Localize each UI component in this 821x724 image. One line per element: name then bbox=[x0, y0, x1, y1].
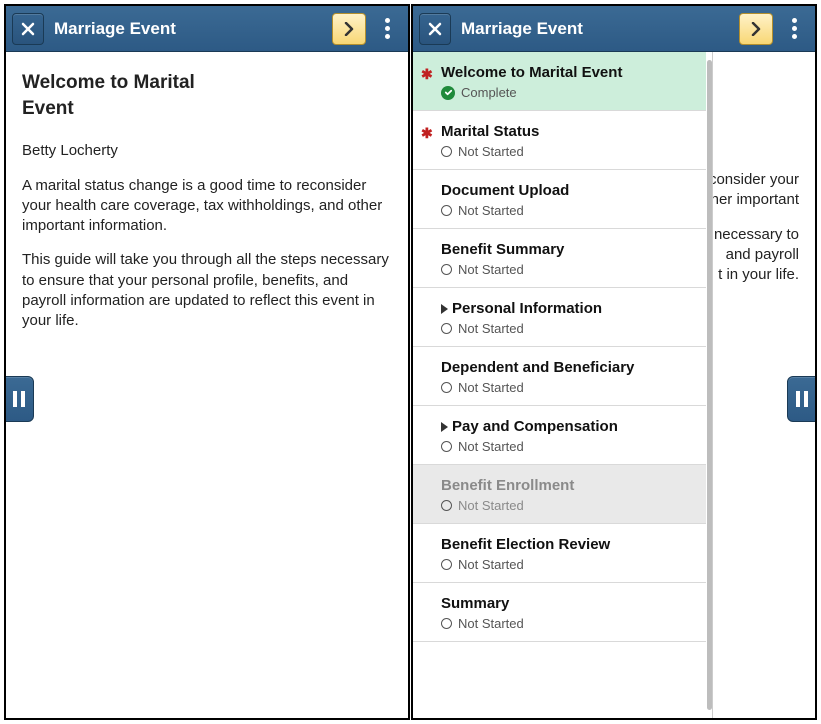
more-options-button[interactable] bbox=[372, 13, 402, 45]
step-status-text: Not Started bbox=[458, 616, 524, 631]
step-title-text: Document Upload bbox=[441, 182, 569, 199]
step-status: Not Started bbox=[441, 380, 696, 395]
step-status-text: Not Started bbox=[458, 203, 524, 218]
chevron-right-icon bbox=[344, 22, 354, 36]
step-title: Summary bbox=[441, 595, 696, 612]
sidebar-toggle[interactable] bbox=[4, 376, 34, 422]
step-title-text: Marital Status bbox=[441, 123, 539, 140]
kebab-dot-icon bbox=[385, 18, 390, 23]
step-title: Marital Status bbox=[441, 123, 696, 140]
radio-empty-icon bbox=[441, 559, 452, 570]
step-item[interactable]: Benefit Enrollment Not Started bbox=[413, 465, 706, 524]
required-asterisk-icon: ✱ bbox=[421, 125, 433, 142]
step-status-text: Not Started bbox=[458, 321, 524, 336]
radio-empty-icon bbox=[441, 205, 452, 216]
more-options-button[interactable] bbox=[779, 13, 809, 45]
step-status-text: Not Started bbox=[458, 439, 524, 454]
check-circle-icon bbox=[441, 86, 455, 100]
panel-steps: Marriage Event econsider your d other im… bbox=[411, 4, 817, 720]
kebab-dot-icon bbox=[385, 34, 390, 39]
welcome-para-2: This guide will take you through all the… bbox=[22, 250, 392, 331]
header-bar: Marriage Event bbox=[413, 6, 815, 52]
step-item[interactable]: Benefit Election Review Not Started bbox=[413, 524, 706, 583]
welcome-heading: Welcome to Marital Event bbox=[22, 70, 222, 121]
step-item[interactable]: Summary Not Started bbox=[413, 583, 706, 642]
step-title-text: Benefit Summary bbox=[441, 241, 564, 258]
person-name: Betty Locherty bbox=[22, 141, 392, 161]
step-item[interactable]: Document Upload Not Started bbox=[413, 170, 706, 229]
header-bar: Marriage Event bbox=[6, 6, 408, 52]
radio-empty-icon bbox=[441, 618, 452, 629]
sidebar-toggle[interactable] bbox=[787, 376, 817, 422]
page-title: Marriage Event bbox=[54, 19, 332, 39]
step-title: Benefit Election Review bbox=[441, 536, 696, 553]
close-button[interactable] bbox=[12, 13, 44, 45]
welcome-para-1: A marital status change is a good time t… bbox=[22, 176, 392, 237]
step-list[interactable]: ✱ Welcome to Marital Event Complete ✱ Marita… bbox=[413, 52, 706, 718]
step-status: Not Started bbox=[441, 439, 696, 454]
required-asterisk-icon: ✱ bbox=[421, 66, 433, 83]
step-item[interactable]: Personal Information Not Started bbox=[413, 288, 706, 347]
step-status: Not Started bbox=[441, 144, 696, 159]
step-title-text: Personal Information bbox=[452, 300, 602, 317]
step-status: Not Started bbox=[441, 498, 696, 513]
close-icon bbox=[428, 22, 442, 36]
step-status-text: Not Started bbox=[458, 380, 524, 395]
radio-empty-icon bbox=[441, 264, 452, 275]
pause-icon bbox=[13, 391, 25, 407]
step-item[interactable]: Pay and Compensation Not Started bbox=[413, 406, 706, 465]
caret-right-icon bbox=[441, 304, 448, 314]
radio-empty-icon bbox=[441, 500, 452, 511]
step-title: Dependent and Beneficiary bbox=[441, 359, 696, 376]
step-list-panel: ✱ Welcome to Marital Event Complete ✱ Marita… bbox=[413, 52, 713, 718]
step-status: Not Started bbox=[441, 203, 696, 218]
step-status-text: Not Started bbox=[458, 557, 524, 572]
chevron-right-icon bbox=[751, 22, 761, 36]
step-status: Not Started bbox=[441, 616, 696, 631]
step-title: Pay and Compensation bbox=[441, 418, 696, 435]
step-title-text: Welcome to Marital Event bbox=[441, 64, 622, 81]
kebab-dot-icon bbox=[385, 26, 390, 31]
scrollbar[interactable] bbox=[707, 60, 712, 710]
radio-empty-icon bbox=[441, 382, 452, 393]
welcome-content: Welcome to Marital Event Betty Locherty … bbox=[6, 52, 408, 363]
caret-right-icon bbox=[441, 422, 448, 432]
step-status: Not Started bbox=[441, 262, 696, 277]
step-title-text: Pay and Compensation bbox=[452, 418, 618, 435]
step-title: Benefit Enrollment bbox=[441, 477, 696, 494]
page-title: Marriage Event bbox=[461, 19, 739, 39]
step-title: Welcome to Marital Event bbox=[441, 64, 696, 81]
close-button[interactable] bbox=[419, 13, 451, 45]
radio-empty-icon bbox=[441, 441, 452, 452]
step-title-text: Benefit Enrollment bbox=[441, 477, 574, 494]
kebab-dot-icon bbox=[792, 34, 797, 39]
step-title: Personal Information bbox=[441, 300, 696, 317]
step-status: Complete bbox=[441, 85, 696, 100]
kebab-dot-icon bbox=[792, 18, 797, 23]
pause-icon bbox=[796, 391, 808, 407]
step-title: Benefit Summary bbox=[441, 241, 696, 258]
step-status-text: Not Started bbox=[458, 262, 524, 277]
panel-welcome: Marriage Event Welcome to Marital Event … bbox=[4, 4, 410, 720]
step-item[interactable]: Dependent and Beneficiary Not Started bbox=[413, 347, 706, 406]
step-title: Document Upload bbox=[441, 182, 696, 199]
step-title-text: Summary bbox=[441, 595, 509, 612]
next-button[interactable] bbox=[332, 13, 366, 45]
step-status-text: Complete bbox=[461, 85, 517, 100]
step-status: Not Started bbox=[441, 321, 696, 336]
next-button[interactable] bbox=[739, 13, 773, 45]
radio-empty-icon bbox=[441, 323, 452, 334]
step-title-text: Benefit Election Review bbox=[441, 536, 610, 553]
step-item[interactable]: ✱ Welcome to Marital Event Complete bbox=[413, 52, 706, 111]
step-title-text: Dependent and Beneficiary bbox=[441, 359, 634, 376]
step-item[interactable]: ✱ Marital Status Not Started bbox=[413, 111, 706, 170]
step-status: Not Started bbox=[441, 557, 696, 572]
kebab-dot-icon bbox=[792, 26, 797, 31]
step-status-text: Not Started bbox=[458, 144, 524, 159]
radio-empty-icon bbox=[441, 146, 452, 157]
step-item[interactable]: Benefit Summary Not Started bbox=[413, 229, 706, 288]
step-status-text: Not Started bbox=[458, 498, 524, 513]
close-icon bbox=[21, 22, 35, 36]
